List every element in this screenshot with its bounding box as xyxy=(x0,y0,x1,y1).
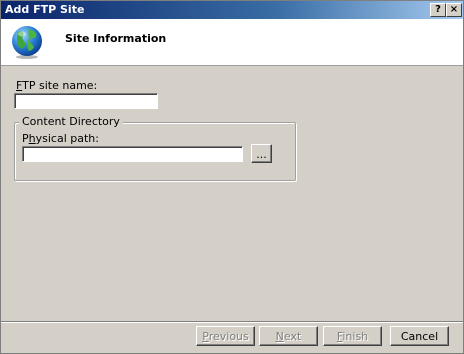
previous-button-label: revious xyxy=(208,330,249,343)
help-button[interactable]: ? xyxy=(430,3,446,17)
finish-button[interactable]: Finish xyxy=(323,326,382,346)
physical-path-label: Physical path: xyxy=(22,132,99,145)
content-directory-legend: Content Directory xyxy=(19,115,123,128)
add-ftp-site-dialog: Add FTP Site ? × Site Information FTP si… xyxy=(0,0,464,354)
browse-button[interactable]: ... xyxy=(251,144,272,163)
cancel-button[interactable]: Cancel xyxy=(390,326,449,346)
next-button-label: ext xyxy=(283,330,302,343)
window-title: Add FTP Site xyxy=(5,3,85,16)
globe-icon xyxy=(12,26,42,59)
wizard-header: Site Information xyxy=(1,19,463,66)
page-title: Site Information xyxy=(65,32,167,45)
physical-path-input[interactable] xyxy=(22,146,243,162)
previous-button[interactable]: Previous xyxy=(196,326,255,346)
ftp-site-name-label-text: TP site name: xyxy=(22,79,98,92)
finish-button-label: inish xyxy=(342,330,369,343)
physical-path-label-text: ysical path: xyxy=(35,132,99,145)
close-button[interactable]: × xyxy=(446,3,462,17)
next-button-accel: N xyxy=(275,330,284,343)
ftp-site-name-label: FTP site name: xyxy=(16,79,97,92)
physical-path-label-pre: P xyxy=(22,132,29,145)
footer-separator xyxy=(1,321,463,323)
next-button[interactable]: Next xyxy=(259,326,318,346)
ftp-site-name-input[interactable] xyxy=(14,93,158,109)
title-bar[interactable]: Add FTP Site ? × xyxy=(1,1,463,19)
physical-path-label-accel: h xyxy=(28,132,36,145)
